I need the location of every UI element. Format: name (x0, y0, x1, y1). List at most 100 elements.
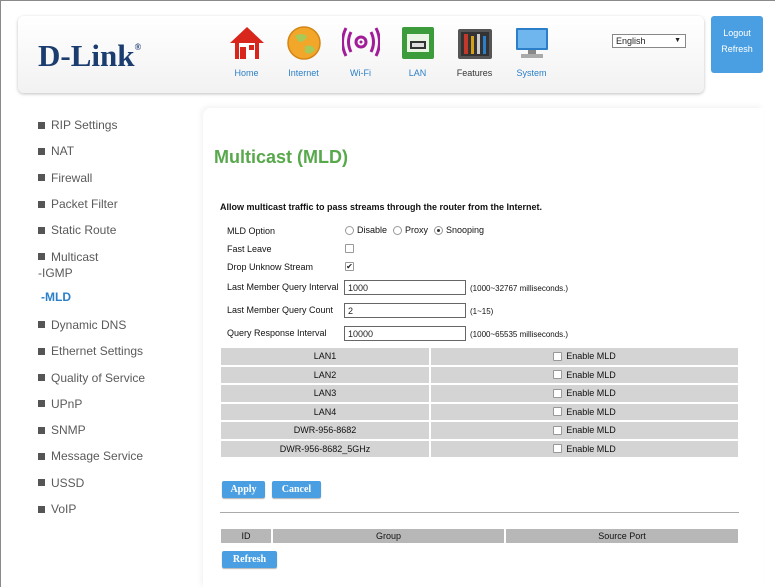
bullet-icon (38, 226, 45, 234)
fast-leave-label: Fast Leave (227, 244, 272, 254)
fast-leave-checkbox[interactable] (345, 244, 354, 253)
sidebar-item-static-route[interactable]: Static Route (38, 217, 208, 243)
bullet-icon (38, 505, 45, 513)
enable-mld-checkbox[interactable] (553, 351, 563, 361)
enable-mld-cell[interactable]: Enable MLD (430, 421, 739, 440)
wifi-icon (342, 27, 380, 57)
drop-unknown-label: Drop Unknow Stream (227, 262, 314, 272)
table-row: LAN2 Enable MLD (220, 365, 739, 384)
nav-system[interactable]: System (503, 22, 560, 86)
nav-home-label: Home (234, 68, 259, 78)
table-row: DWR-956-8682 Enable MLD (220, 421, 739, 440)
enable-mld-checkbox[interactable] (553, 407, 563, 417)
bullet-icon (38, 174, 45, 182)
bullet-icon (38, 374, 45, 382)
sidebar-item-voip[interactable]: VoIP (38, 496, 208, 522)
refresh-button[interactable]: Refresh (222, 551, 277, 568)
enable-mld-cell[interactable]: Enable MLD (430, 402, 739, 421)
sidebar-item-rip[interactable]: RIP Settings (38, 112, 208, 138)
sidebar-item-message-service[interactable]: Message Service (38, 443, 208, 469)
sidebar-sub-igmp[interactable]: -IGMP (38, 264, 208, 282)
sidebar-item-qos[interactable]: Quality of Service (38, 364, 208, 390)
nav-internet[interactable]: Internet (275, 22, 332, 86)
bullet-icon (38, 347, 45, 355)
sidebar-item-upnp[interactable]: UPnP (38, 391, 208, 417)
page-title: Multicast (MLD) (214, 147, 348, 167)
enable-mld-checkbox[interactable] (553, 425, 563, 435)
nav-system-label: System (516, 68, 547, 78)
bullet-icon (38, 426, 45, 434)
sidebar-item-packet-filter[interactable]: Packet Filter (38, 191, 208, 217)
enable-mld-checkbox[interactable] (553, 370, 563, 380)
radio-proxy[interactable]: Proxy (393, 225, 428, 235)
home-icon (230, 27, 264, 59)
nav-lan[interactable]: LAN (389, 22, 446, 86)
sidebar-item-ethernet[interactable]: Ethernet Settings (38, 338, 208, 364)
bullet-icon (38, 479, 45, 487)
language-value: English (616, 36, 646, 46)
lan-name: DWR-956-8682_5GHz (220, 439, 430, 458)
bullet-icon (38, 253, 45, 261)
lmqi-hint: (1000~32767 milliseconds.) (470, 284, 569, 293)
sidebar-item-dynamic-dns[interactable]: Dynamic DNS (38, 312, 208, 338)
language-select[interactable]: English ▼ (612, 34, 686, 48)
col-header-id: ID (220, 528, 272, 544)
sidebar: RIP Settings NAT Firewall Packet Filter … (38, 112, 208, 522)
apply-button[interactable]: Apply (222, 481, 265, 498)
nav-features-label: Features (456, 68, 493, 78)
sidebar-item-ussd[interactable]: USSD (38, 470, 208, 496)
radio-disable[interactable]: Disable (345, 225, 387, 235)
radio-snooping-control[interactable] (434, 225, 444, 235)
cancel-button[interactable]: Cancel (272, 481, 321, 498)
bullet-icon (38, 452, 45, 460)
bullet-icon (38, 147, 45, 155)
col-header-source-port: Source Port (505, 528, 739, 544)
table-row: DWR-956-8682_5GHz Enable MLD (220, 439, 739, 458)
bullet-icon (38, 400, 45, 408)
nav-lan-label: LAN (408, 68, 427, 78)
nav-features[interactable]: Features (446, 22, 503, 86)
top-right-panel: Logout Refresh (711, 16, 763, 73)
lmqi-label: Last Member Query Interval (227, 282, 339, 292)
page-description: Allow multicast traffic to pass streams … (220, 202, 543, 212)
enable-mld-cell[interactable]: Enable MLD (430, 365, 739, 384)
radio-snooping[interactable]: Snooping (434, 225, 484, 235)
nav-internet-label: Internet (288, 68, 319, 78)
sidebar-item-nat[interactable]: NAT (38, 138, 208, 164)
mld-option-label: MLD Option (227, 226, 276, 236)
nav-home[interactable]: Home (218, 22, 275, 86)
enable-mld-cell[interactable]: Enable MLD (430, 439, 739, 458)
enable-mld-cell[interactable]: Enable MLD (430, 384, 739, 403)
section-divider (220, 512, 739, 513)
monitor-icon (516, 28, 548, 58)
enable-mld-checkbox[interactable] (553, 388, 563, 398)
lmqc-hint: (1~15) (470, 307, 494, 316)
qri-input[interactable] (344, 326, 466, 341)
radio-proxy-control[interactable] (393, 225, 403, 235)
radio-disable-control[interactable] (345, 225, 354, 235)
refresh-link[interactable]: Refresh (711, 44, 763, 54)
lmqi-input[interactable] (344, 280, 466, 295)
bullet-icon (38, 321, 45, 329)
qri-hint: (1000~65535 milliseconds.) (470, 330, 569, 339)
enable-mld-cell[interactable]: Enable MLD (430, 347, 739, 366)
dropdown-arrow-icon: ▼ (674, 37, 681, 44)
enable-mld-checkbox[interactable] (553, 444, 563, 454)
sidebar-item-firewall[interactable]: Firewall (38, 165, 208, 191)
table-row: LAN1 Enable MLD (220, 347, 739, 366)
bullet-icon (38, 200, 45, 208)
lan-name: LAN3 (220, 384, 430, 403)
main-nav: Home Internet Wi-Fi LAN Features System (218, 22, 560, 92)
sidebar-item-snmp[interactable]: SNMP (38, 417, 208, 443)
sidebar-sub-mld[interactable]: -MLD (38, 282, 208, 312)
nav-wifi-label: Wi-Fi (350, 68, 371, 78)
logout-link[interactable]: Logout (711, 28, 763, 38)
lmqc-input[interactable] (344, 303, 466, 318)
table-row: LAN4 Enable MLD (220, 402, 739, 421)
mld-option-radios: Disable Proxy Snooping (345, 225, 490, 235)
lan-name: LAN2 (220, 365, 430, 384)
toolbox-icon (458, 29, 492, 59)
nav-wifi[interactable]: Wi-Fi (332, 22, 389, 86)
lan-name: LAN1 (220, 347, 430, 366)
drop-unknown-checkbox[interactable]: ✔ (345, 262, 354, 271)
